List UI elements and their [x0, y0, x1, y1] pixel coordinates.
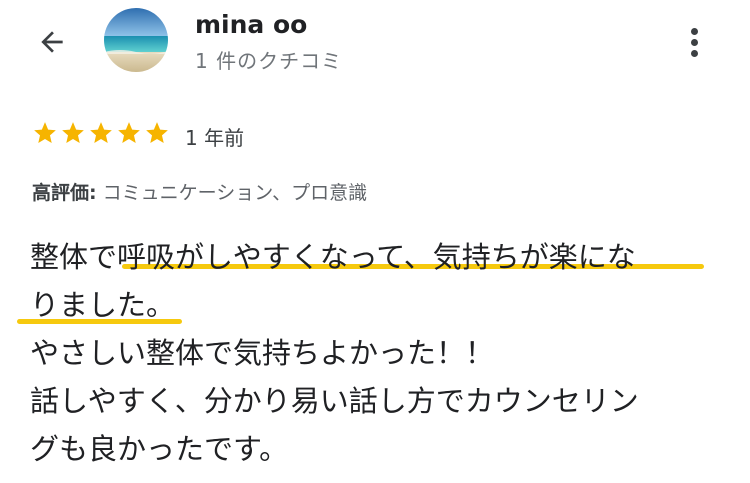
review-detail-page: mina oo 1 件のクチコミ 1 年前 高評価: コミュニケーション、プロ意…	[0, 0, 750, 483]
review-text-line: りました。	[30, 288, 176, 322]
avatar[interactable]	[104, 8, 168, 72]
highlights-label: 高評価:	[32, 182, 97, 204]
review-text-line: やさしい整体で気持ちよかった！！	[30, 336, 495, 370]
reviewer-name[interactable]: mina oo	[195, 10, 307, 39]
review-text-line: グも良かったです。	[30, 432, 289, 466]
arrow-left-icon	[41, 31, 63, 53]
star-rating	[32, 120, 170, 146]
more-options-button[interactable]	[680, 22, 708, 62]
star-icon	[62, 122, 84, 143]
review-highlights: 高評価: コミュニケーション、プロ意識	[32, 178, 367, 205]
star-icon	[34, 122, 56, 143]
review-text-line: 整体で呼吸がしやすくなって、気持ちが楽にな	[30, 240, 636, 274]
beach-photo-icon	[104, 8, 168, 72]
review-time-ago: 1 年前	[185, 126, 245, 150]
review-text: 整体で呼吸がしやすくなって、気持ちが楽にな りました。 やさしい整体で気持ちよか…	[30, 233, 720, 473]
back-button[interactable]	[30, 22, 74, 62]
more-vert-icon	[690, 27, 698, 35]
review-text-line: 話しやすく、分かり易い話し方でカウンセリン	[30, 384, 639, 418]
highlights-value: コミュニケーション、プロ意識	[102, 182, 368, 204]
reviewer-review-count: 1 件のクチコミ	[195, 49, 343, 73]
star-icon	[118, 122, 140, 143]
star-icon	[90, 122, 112, 143]
star-icon	[146, 122, 168, 143]
